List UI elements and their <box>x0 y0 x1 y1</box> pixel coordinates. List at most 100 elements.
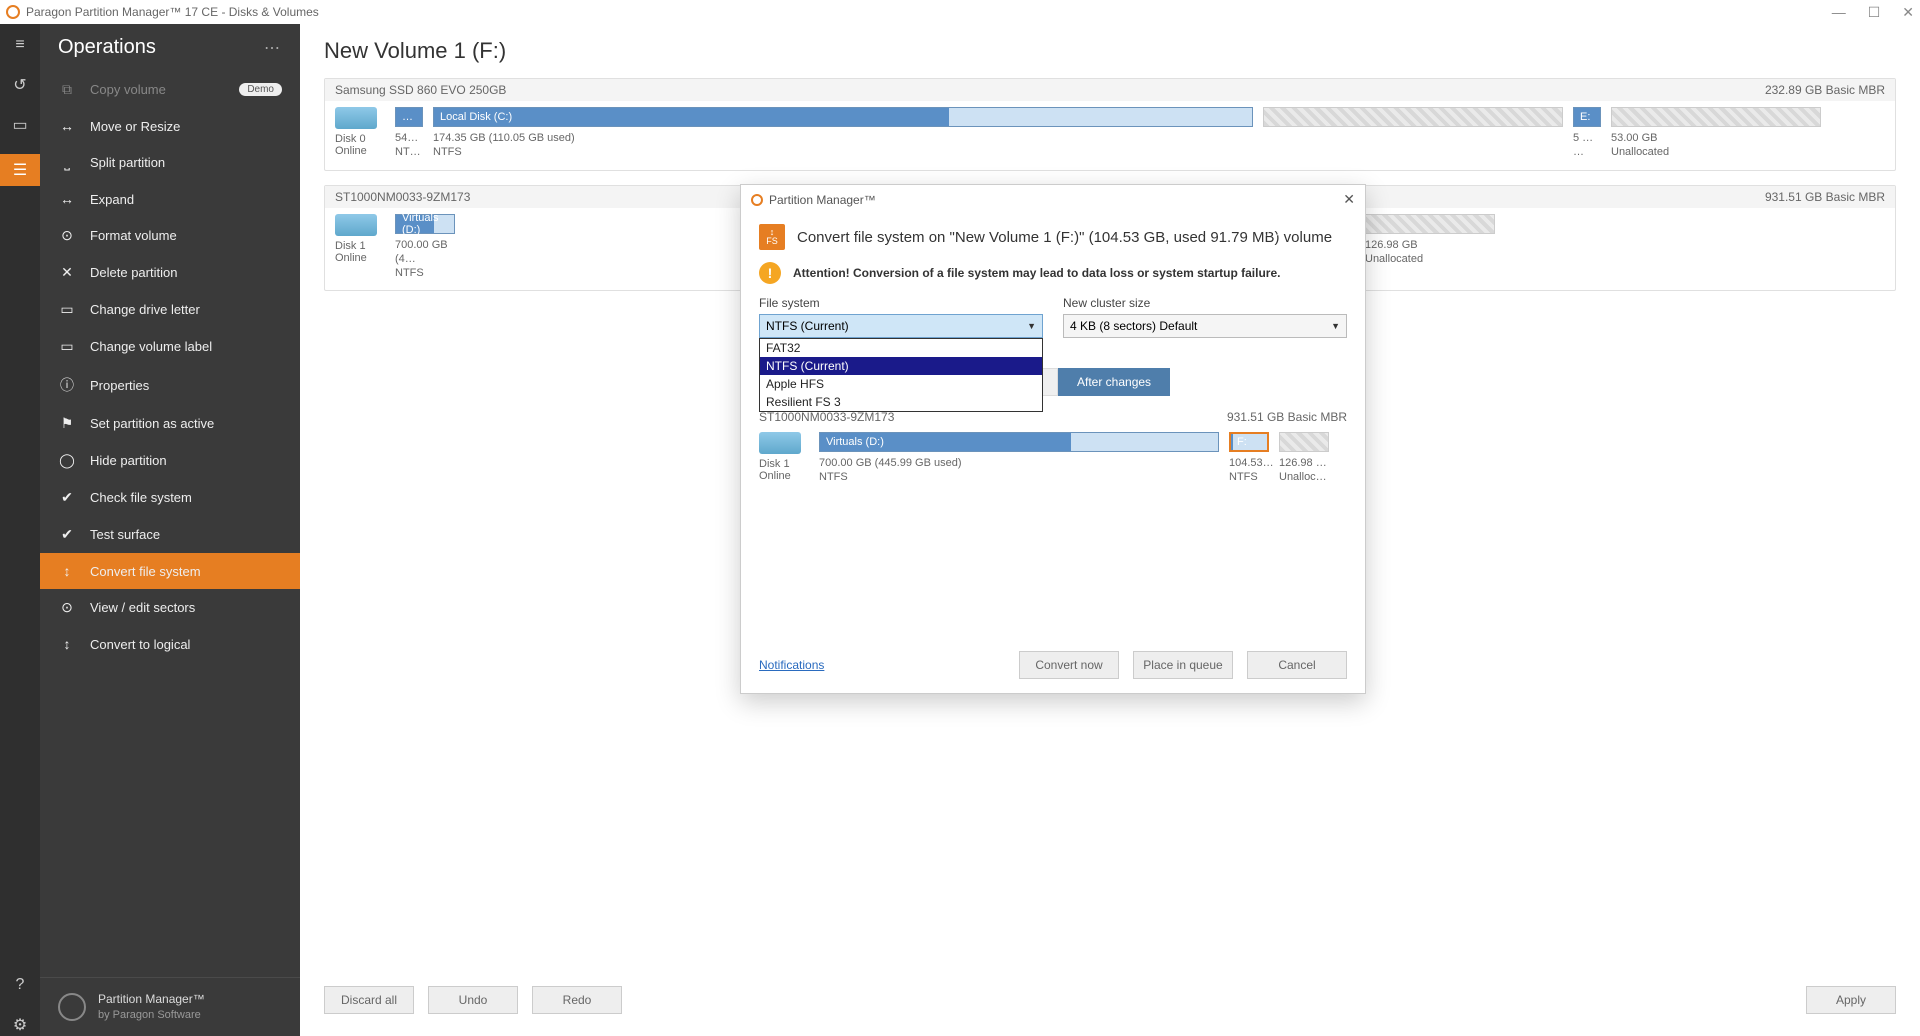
partition-fs: Unalloc… <box>1279 470 1329 484</box>
apply-button[interactable]: Apply <box>1806 986 1896 1014</box>
op-expand[interactable]: ↔Expand <box>40 181 300 217</box>
op-label: Change volume label <box>90 339 212 354</box>
partition[interactable]: Virtuals (D:)700.00 GB (4…NTFS <box>395 214 455 281</box>
op-label: Move or Resize <box>90 119 180 134</box>
disk-icon <box>759 432 801 454</box>
disk-status: Online <box>335 145 385 157</box>
more-icon[interactable]: ⋯ <box>264 38 282 58</box>
op-label: Expand <box>90 192 134 207</box>
partition[interactable]: F:104.53…NTFS <box>1229 432 1269 485</box>
disk-summary: 931.51 GB Basic MBR <box>1765 190 1885 204</box>
op-set-partition-as-active[interactable]: ⚑Set partition as active <box>40 405 300 442</box>
op-move-or-resize[interactable]: ↔ Move or Resize <box>40 108 300 144</box>
fs-label: File system <box>759 296 1043 310</box>
fs-option[interactable]: FAT32 <box>760 339 1042 357</box>
page-title: New Volume 1 (F:) <box>324 38 1896 64</box>
dialog-close-icon[interactable]: ✕ <box>1343 191 1355 208</box>
disks-icon[interactable]: ☰ <box>0 154 40 186</box>
place-in-queue-button[interactable]: Place in queue <box>1133 651 1233 679</box>
partition[interactable] <box>1263 107 1563 160</box>
brand-logo-icon <box>58 993 86 1021</box>
maximize-icon[interactable]: ☐ <box>1868 4 1881 21</box>
left-rail: ≡ ↺ ▭ ☰ ? ⚙ <box>0 24 40 1036</box>
disk-card: ST1000NM0033-9ZM173931.51 GB Basic MBRDi… <box>759 410 1347 485</box>
op-change-drive-letter[interactable]: ▭Change drive letter <box>40 291 300 328</box>
partition-size: 174.35 GB (110.05 GB used) <box>433 131 1253 145</box>
fs-option[interactable]: NTFS (Current) <box>760 357 1042 375</box>
op-format-volume[interactable]: ⊙Format volume <box>40 217 300 254</box>
fs-value: NTFS (Current) <box>766 319 849 333</box>
op-view-edit-sectors[interactable]: ⊙View / edit sectors <box>40 589 300 626</box>
dialog-heading: Convert file system on "New Volume 1 (F:… <box>797 229 1332 246</box>
convert-now-button[interactable]: Convert now <box>1019 651 1119 679</box>
partition-fs: … <box>1573 145 1601 159</box>
cluster-value: 4 KB (8 sectors) Default <box>1070 319 1197 333</box>
cancel-button[interactable]: Cancel <box>1247 651 1347 679</box>
op-label: Hide partition <box>90 453 167 468</box>
partition-size: 53.00 GB <box>1611 131 1821 145</box>
partition[interactable]: …54…NT… <box>395 107 423 160</box>
discard-all-button[interactable]: Discard all <box>324 986 414 1014</box>
close-icon[interactable]: ✕ <box>1902 4 1914 21</box>
partition[interactable]: E:5 …… <box>1573 107 1601 160</box>
chevron-down-icon: ▼ <box>1027 321 1036 331</box>
monitor-icon[interactable]: ▭ <box>9 114 31 136</box>
op-icon: ↔ <box>58 118 76 134</box>
help-icon[interactable]: ? <box>9 974 31 996</box>
disk-id: Disk 1 <box>335 240 385 252</box>
minimize-icon[interactable]: — <box>1832 4 1846 21</box>
op-test-surface[interactable]: ✔Test surface <box>40 516 300 553</box>
op-delete-partition[interactable]: ✕Delete partition <box>40 254 300 291</box>
op-label: Set partition as active <box>90 416 214 431</box>
op-convert-to-logical[interactable]: ↕Convert to logical <box>40 626 300 662</box>
op-check-file-system[interactable]: ✔Check file system <box>40 479 300 516</box>
op-change-volume-label[interactable]: ▭Change volume label <box>40 328 300 365</box>
partition[interactable]: 126.98 …Unalloc… <box>1279 432 1329 485</box>
disk-id: Disk 1 <box>759 458 809 470</box>
op-icon: ⧉ <box>58 81 76 98</box>
op-icon: ⎵ <box>58 154 76 171</box>
partition-size: 54… <box>395 131 423 145</box>
fs-combo[interactable]: NTFS (Current) ▼ <box>759 314 1043 338</box>
op-icon: ↕ <box>58 563 76 579</box>
menu-icon[interactable]: ≡ <box>9 34 31 56</box>
op-convert-file-system[interactable]: ↕ Convert file system <box>40 553 300 589</box>
app-logo-icon <box>6 5 20 19</box>
dialog-logo-icon <box>751 194 763 206</box>
partition[interactable]: Local Disk (C:)174.35 GB (110.05 GB used… <box>433 107 1253 160</box>
bottom-toolbar: Discard all Undo Redo Apply <box>324 974 1896 1026</box>
op-properties[interactable]: ⓘProperties <box>40 365 300 405</box>
partition-label: New Volume 1 (F:) <box>1263 212 1353 236</box>
disk-status: Online <box>335 252 385 264</box>
chevron-down-icon: ▼ <box>1331 321 1340 331</box>
history-icon[interactable]: ↺ <box>9 74 31 96</box>
disk-name: ST1000NM0033-9ZM173 <box>335 190 470 204</box>
brand-sub: by Paragon Software <box>98 1008 205 1022</box>
op-hide-partition[interactable]: ◯Hide partition <box>40 442 300 479</box>
disk-summary: 232.89 GB Basic MBR <box>1765 83 1885 97</box>
op-icon: ✔ <box>58 489 76 506</box>
cluster-label: New cluster size <box>1063 296 1347 310</box>
redo-button[interactable]: Redo <box>532 986 622 1014</box>
disk-name: ST1000NM0033-9ZM173 <box>759 410 894 424</box>
partition-size: 126.98 GB <box>1365 238 1495 252</box>
settings-icon[interactable]: ⚙ <box>9 1014 31 1036</box>
disk-name: Samsung SSD 860 EVO 250GB <box>335 83 506 97</box>
op-icon: ✔ <box>58 526 76 543</box>
convert-fs-icon: ↕FS <box>759 224 785 250</box>
fs-option[interactable]: Apple HFS <box>760 375 1042 393</box>
partition-fs: Unallocated <box>1611 145 1821 159</box>
notifications-link[interactable]: Notifications <box>759 658 824 672</box>
cluster-combo[interactable]: 4 KB (8 sectors) Default ▼ <box>1063 314 1347 338</box>
undo-button[interactable]: Undo <box>428 986 518 1014</box>
partition-fs: NTFS <box>819 470 1219 484</box>
disk-card: Samsung SSD 860 EVO 250GB 232.89 GB Basic… <box>324 78 1896 171</box>
op-split-partition[interactable]: ⎵Split partition <box>40 144 300 181</box>
partition[interactable]: 126.98 GBUnallocated <box>1365 214 1495 281</box>
partition[interactable]: Virtuals (D:)700.00 GB (445.99 GB used)N… <box>819 432 1219 485</box>
partition[interactable]: 53.00 GBUnallocated <box>1611 107 1821 160</box>
fs-option[interactable]: Resilient FS 3 <box>760 393 1042 411</box>
tab-after[interactable]: After changes <box>1058 368 1170 396</box>
op-label: Convert file system <box>90 564 201 579</box>
op-icon: ⊙ <box>58 599 76 616</box>
